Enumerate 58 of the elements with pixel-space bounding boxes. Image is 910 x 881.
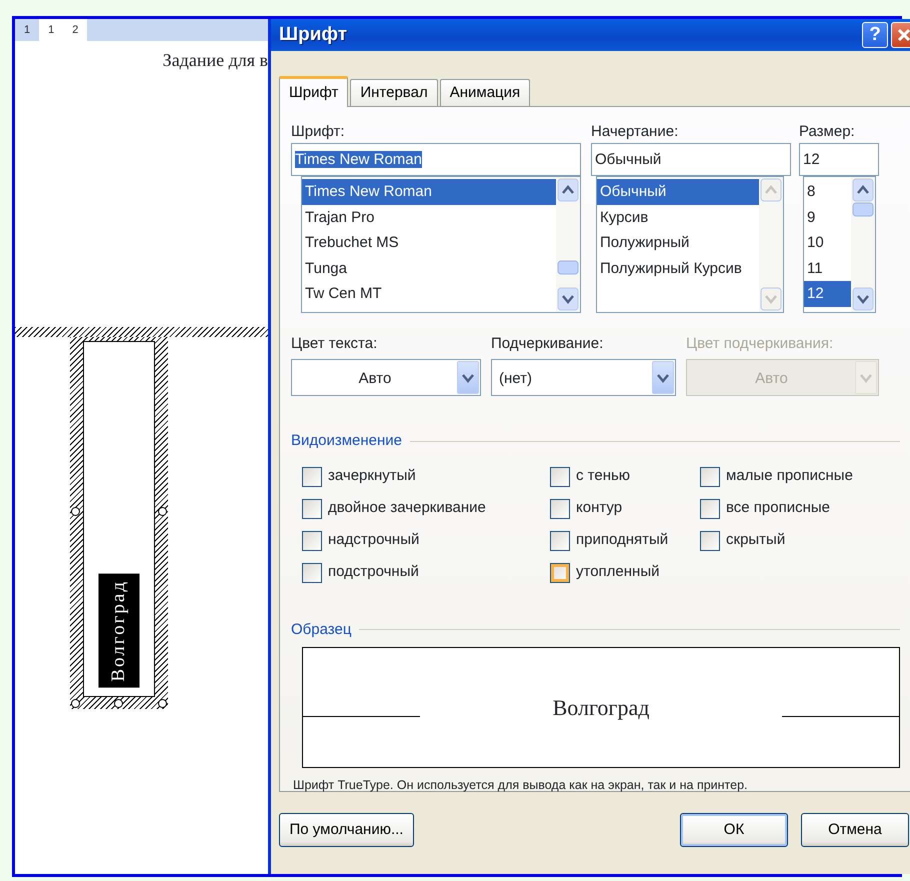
list-item[interactable]: 10 xyxy=(804,230,851,256)
input-field[interactable]: Times New Roman xyxy=(291,143,581,176)
group-title: Видоизменение xyxy=(291,431,402,451)
input-field[interactable]: Обычный xyxy=(591,143,791,176)
checkbox-label[interactable]: двойное зачеркивание xyxy=(328,497,486,520)
text-box-frame[interactable]: Волгоград xyxy=(70,337,168,709)
field-label: Цвет подчеркивания: xyxy=(686,334,834,354)
input-field[interactable]: 12 xyxy=(799,143,879,176)
preview-text: Волгоград xyxy=(552,694,650,722)
ruler-number: 1 xyxy=(24,22,30,38)
group-title: Образец xyxy=(291,620,352,640)
field-label: Цвет текста: xyxy=(291,334,378,354)
tab[interactable]: Интервал xyxy=(350,79,438,106)
list-item[interactable]: Trajan Pro xyxy=(302,204,556,230)
checkbox-label[interactable]: все прописные xyxy=(726,497,830,520)
dropdown: Авто xyxy=(686,359,879,396)
checkbox-label[interactable]: зачеркнутый xyxy=(328,465,416,488)
field-label: Размер: xyxy=(799,122,856,142)
ruler-number: 2 xyxy=(72,22,78,38)
list-item[interactable]: 8 xyxy=(804,179,851,204)
list-item[interactable]: Trebuchet MS xyxy=(302,230,556,256)
list-box[interactable]: Обычный Курсив Полужирный Полужирный Курсив xyxy=(596,176,784,313)
help-button[interactable]: ? xyxy=(862,22,888,48)
list-box[interactable]: Times New Roman Trajan Pro Trebuchet MS Tunga Tw Cen MT xyxy=(301,176,581,313)
checkbox-label[interactable]: утопленный xyxy=(576,561,660,584)
vertical-text: Волгоград xyxy=(99,574,140,688)
dialog-button[interactable]: Отмена xyxy=(801,813,909,847)
dropdown[interactable]: (нет) xyxy=(491,359,676,396)
field-label: Начертание: xyxy=(591,122,680,142)
list-item[interactable]: Обычный xyxy=(597,179,759,204)
list-item[interactable]: 11 xyxy=(804,256,851,281)
list-item[interactable]: Курсив xyxy=(597,204,759,230)
tab[interactable]: Анимация xyxy=(440,79,530,106)
dialog-button[interactable]: ОК xyxy=(680,813,788,847)
field-label: Подчеркивание: xyxy=(491,334,604,354)
field-label: Шрифт: xyxy=(291,122,346,142)
checkbox-label[interactable]: малые прописные xyxy=(726,465,853,488)
list-item[interactable]: Times New Roman xyxy=(302,179,556,204)
tab[interactable]: Шрифт xyxy=(279,76,348,107)
dropdown[interactable]: Авто xyxy=(291,359,481,396)
list-item[interactable]: Tw Cen MT xyxy=(302,281,556,306)
checkbox-label[interactable]: скрытый xyxy=(726,529,786,552)
checkbox-label[interactable]: подстрочный xyxy=(328,561,419,584)
list-item[interactable]: 9 xyxy=(804,204,851,230)
checkbox-label[interactable]: приподнятый xyxy=(576,529,668,552)
list-item[interactable]: Tunga xyxy=(302,256,556,281)
window-title: Шрифт xyxy=(279,22,348,47)
checkbox-label[interactable]: контур xyxy=(576,497,622,520)
ruler-number: 1 xyxy=(48,22,54,38)
list-item[interactable]: 12 xyxy=(804,281,851,306)
dialog-button[interactable]: По умолчанию... xyxy=(279,813,414,847)
checkbox-label[interactable]: с тенью xyxy=(576,465,630,488)
list-item[interactable]: Полужирный Курсив xyxy=(597,256,759,281)
list-item[interactable]: Полужирный xyxy=(597,230,759,256)
description-text: Шрифт TrueType. Он используется для вывода как на экран, так и на принтер. xyxy=(293,777,749,794)
list-box[interactable]: 8 9 10 11 12 xyxy=(803,176,876,313)
document-text: Задание для в xyxy=(162,49,268,72)
checkbox-label[interactable]: надстрочный xyxy=(328,529,420,552)
